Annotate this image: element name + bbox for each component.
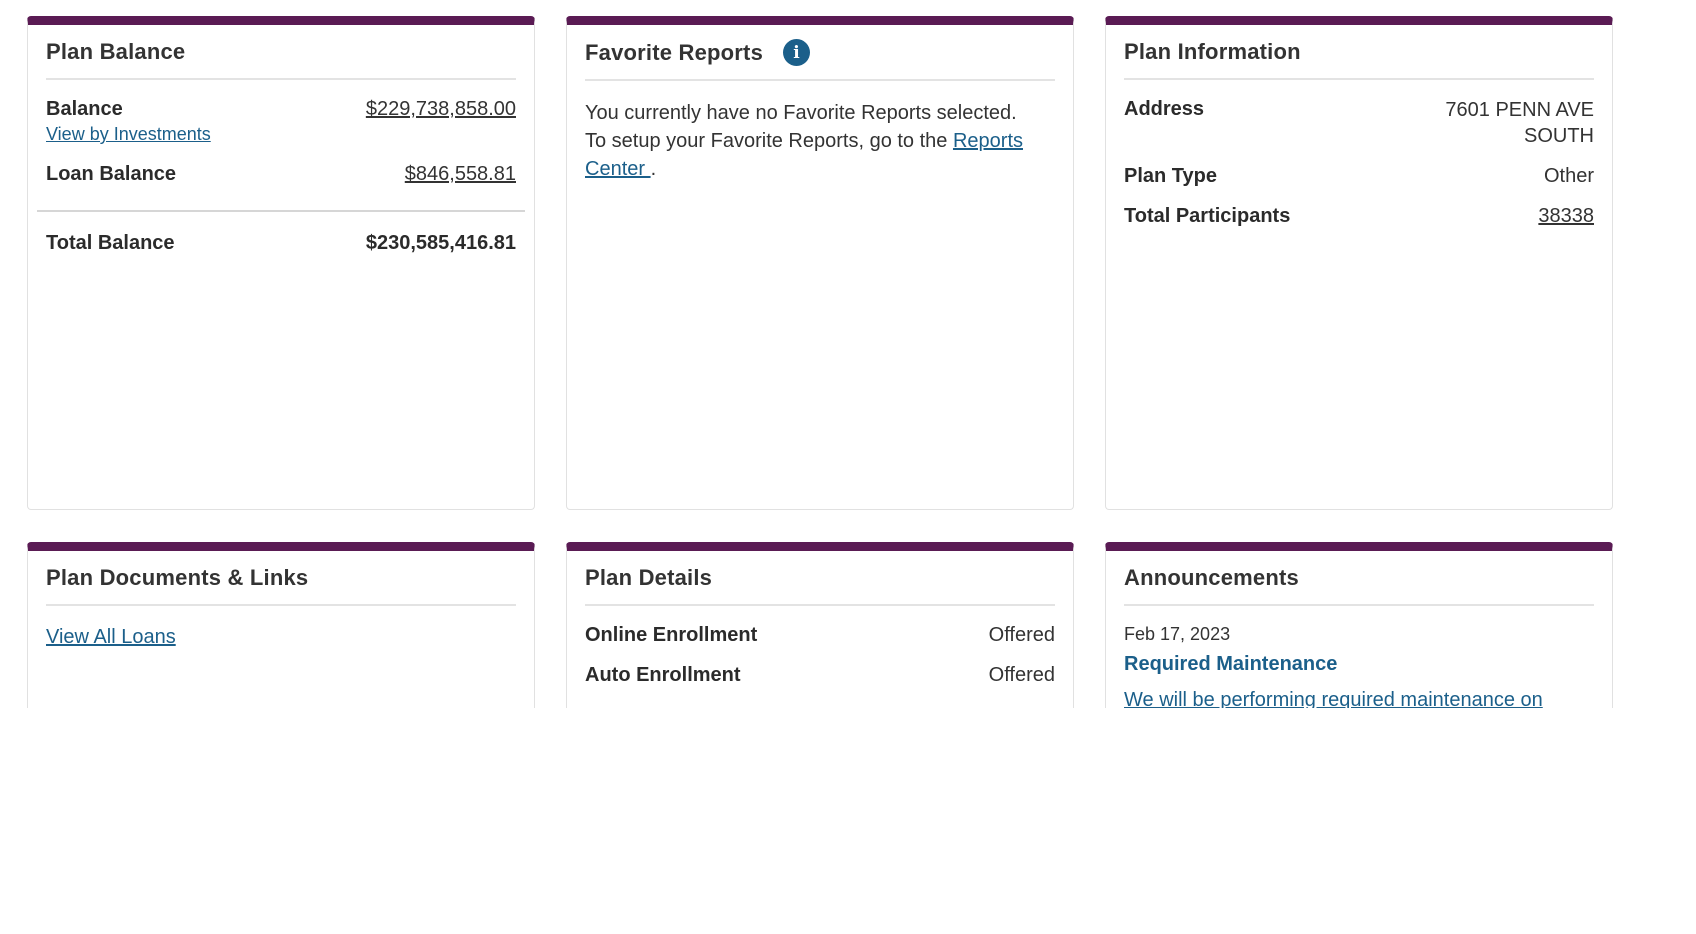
plan-information-title: Plan Information [1124,33,1594,80]
plan-documents-title: Plan Documents & Links [46,559,516,606]
plan-details-title: Plan Details [585,559,1055,606]
balance-value-link[interactable]: $229,738,858.00 [366,98,516,121]
online-enrollment-value: Offered [988,624,1055,646]
info-icon[interactable]: i [783,39,811,66]
total-balance-value: $230,585,416.81 [365,232,516,254]
announcement-date: Feb 17, 2023 [1124,624,1231,644]
announcement-title: Required Maintenance [1124,653,1338,675]
favorite-reports-line2: To setup your Favorite Reports, go to th… [585,130,953,152]
plan-details-card: Plan Details Online Enrollment Offered A… [566,542,1074,708]
total-participants-link[interactable]: 38338 [1538,205,1594,228]
plan-balance-title: Plan Balance [46,33,516,80]
plan-type-label: Plan Type [1124,165,1217,187]
favorite-reports-title: Favorite Reports [585,39,764,65]
plan-balance-card: Plan Balance Balance $229,738,858.00 Vie… [27,16,535,510]
total-divider [37,210,525,212]
announcements-title: Announcements [1124,559,1594,606]
online-enrollment-label: Online Enrollment [585,624,758,646]
address-line2: SOUTH [1524,125,1594,147]
favorite-reports-title-row: Favorite Reports i [585,33,1055,81]
address-value: 7601 PENN AVE SOUTH [1445,97,1594,149]
view-all-loans-link[interactable]: View All Loans [46,626,176,648]
favorite-reports-line1: You currently have no Favorite Reports s… [585,102,1017,124]
plan-documents-card: Plan Documents & Links View All Loans [27,542,535,708]
favorite-reports-suffix: . [650,158,657,180]
auto-enrollment-value: Offered [988,664,1055,686]
total-balance-label: Total Balance [46,232,175,254]
dashboard-viewport: Plan Balance Balance $229,738,858.00 Vie… [0,0,1696,934]
announcement-body-link[interactable]: We will be performing required maintenan… [1124,689,1543,708]
address-line1: 7601 PENN AVE [1445,99,1594,121]
announcements-card: Announcements Feb 17, 2023 Required Main… [1105,542,1613,708]
favorite-reports-card: Favorite Reports i You currently have no… [566,16,1074,510]
loan-balance-value-link[interactable]: $846,558.81 [405,163,516,186]
auto-enrollment-label: Auto Enrollment [585,664,741,686]
dashboard-cards-area: Plan Balance Balance $229,738,858.00 Vie… [0,0,1696,708]
plan-type-value: Other [1543,165,1594,187]
total-participants-label: Total Participants [1124,205,1291,227]
plan-information-card: Plan Information Address 7601 PENN AVE S… [1105,16,1613,510]
view-by-investments-link[interactable]: View by Investments [46,124,211,145]
address-label: Address [1124,98,1205,120]
favorite-reports-message: You currently have no Favorite Reports s… [585,99,1055,183]
balance-label: Balance [46,98,123,120]
loan-balance-label: Loan Balance [46,163,177,185]
